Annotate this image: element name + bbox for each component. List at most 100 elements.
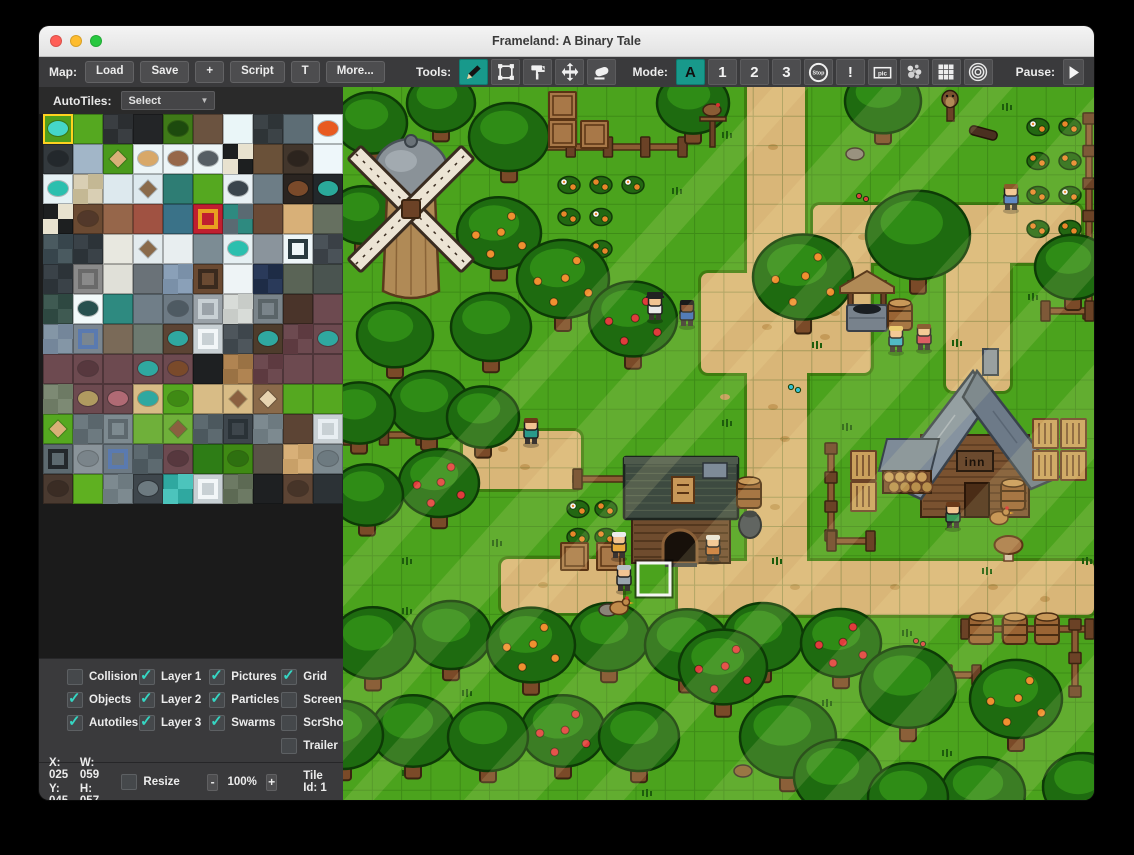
palette-tile[interactable] <box>133 294 163 324</box>
palette-tile[interactable] <box>193 444 223 474</box>
palette-tile[interactable] <box>223 444 253 474</box>
palette-tile[interactable] <box>193 114 223 144</box>
title-bar[interactable]: Frameland: A Binary Tale <box>39 26 1094 57</box>
palette-tile[interactable] <box>253 144 283 174</box>
palette-tile[interactable] <box>43 324 73 354</box>
checkbox-particles[interactable]: Particles <box>209 692 273 708</box>
play-button[interactable] <box>1063 59 1084 85</box>
fill-roller-tool-button[interactable] <box>523 59 552 85</box>
game-map[interactable]: inn <box>343 87 1094 800</box>
palette-tile[interactable] <box>73 294 103 324</box>
mode-particles-button[interactable] <box>900 59 929 85</box>
palette-tile[interactable] <box>283 114 313 144</box>
palette-tile[interactable] <box>43 294 73 324</box>
palette-tile[interactable] <box>223 174 253 204</box>
palette-tile[interactable] <box>193 474 223 504</box>
palette-tile[interactable] <box>163 294 193 324</box>
palette-tile[interactable] <box>133 234 163 264</box>
palette-tile[interactable] <box>223 264 253 294</box>
map-more-button[interactable]: More... <box>326 61 385 83</box>
palette-tile[interactable] <box>223 414 253 444</box>
minimize-button[interactable] <box>70 35 82 47</box>
npc-knight[interactable] <box>616 565 632 595</box>
palette-tile[interactable] <box>223 234 253 264</box>
palette-tile[interactable] <box>253 474 283 504</box>
checkbox-layer-3[interactable]: Layer 3 <box>139 715 201 731</box>
palette-tile[interactable] <box>163 264 193 294</box>
palette-tile[interactable] <box>163 444 193 474</box>
npc-kid-teal[interactable] <box>523 418 539 448</box>
map-save-button[interactable]: Save <box>140 61 189 83</box>
checkbox-pictures[interactable]: Pictures <box>209 669 273 685</box>
palette-tile[interactable] <box>253 114 283 144</box>
palette-tile[interactable] <box>43 384 73 414</box>
checkbox-autotiles[interactable]: Autotiles <box>67 715 131 731</box>
palette-tile[interactable] <box>313 204 343 234</box>
palette-tile[interactable] <box>283 264 313 294</box>
palette-tile[interactable] <box>223 474 253 504</box>
pencil-tool-button[interactable] <box>459 59 488 85</box>
palette-tile[interactable] <box>283 444 313 474</box>
palette-tile[interactable] <box>163 354 193 384</box>
palette-tile[interactable] <box>43 174 73 204</box>
palette-tile[interactable] <box>43 234 73 264</box>
palette-tile[interactable] <box>133 354 163 384</box>
palette-tile[interactable] <box>313 354 343 384</box>
palette-tile[interactable] <box>313 384 343 414</box>
close-button[interactable] <box>50 35 62 47</box>
palette-tile[interactable] <box>133 264 163 294</box>
palette-tile[interactable] <box>43 114 73 144</box>
palette-tile[interactable] <box>103 144 133 174</box>
palette-tile[interactable] <box>253 444 283 474</box>
palette-tile[interactable] <box>283 294 313 324</box>
palette-tile[interactable] <box>313 174 343 204</box>
palette-tile[interactable] <box>103 444 133 474</box>
map-t-button[interactable]: T <box>291 61 320 83</box>
palette-tile[interactable] <box>193 384 223 414</box>
palette-tile[interactable] <box>133 414 163 444</box>
palette-tile[interactable] <box>313 144 343 174</box>
mode-autotile-button[interactable]: A <box>676 59 705 85</box>
palette-tile[interactable] <box>223 294 253 324</box>
palette-tile[interactable] <box>103 474 133 504</box>
palette-tile[interactable] <box>133 174 163 204</box>
palette-tile[interactable] <box>43 264 73 294</box>
npc-old-lady[interactable] <box>611 532 627 562</box>
palette-tile[interactable] <box>103 414 133 444</box>
palette-tile[interactable] <box>133 444 163 474</box>
palette-tile[interactable] <box>73 324 103 354</box>
palette-tile[interactable] <box>133 114 163 144</box>
mode-pictures-button[interactable]: pic <box>868 59 897 85</box>
palette-tile[interactable] <box>223 324 253 354</box>
palette-tile[interactable] <box>73 204 103 234</box>
checkbox-swarms[interactable]: Swarms <box>209 715 273 731</box>
palette-tile[interactable] <box>103 174 133 204</box>
checkbox-scrshot[interactable]: ScrShot <box>281 715 347 731</box>
checkbox-objects[interactable]: Objects <box>67 692 131 708</box>
palette-tile[interactable] <box>133 474 163 504</box>
zoom-in-button[interactable]: + <box>266 774 278 791</box>
palette-tile[interactable] <box>73 234 103 264</box>
mode-layer3-button[interactable]: 3 <box>772 59 801 85</box>
mode-layer1-button[interactable]: 1 <box>708 59 737 85</box>
palette-tile[interactable] <box>43 204 73 234</box>
resize-checkbox[interactable]: Resize <box>121 774 179 790</box>
palette-tile[interactable] <box>43 474 73 504</box>
mode-event-button[interactable]: ! <box>836 59 865 85</box>
palette-tile[interactable] <box>103 294 133 324</box>
palette-tile[interactable] <box>253 354 283 384</box>
map-script-button[interactable]: Script <box>230 61 285 83</box>
palette-tile[interactable] <box>133 144 163 174</box>
mode-target-button[interactable] <box>964 59 993 85</box>
zoom-out-button[interactable]: - <box>207 774 219 791</box>
palette-tile[interactable] <box>73 474 103 504</box>
palette-tile[interactable] <box>163 474 193 504</box>
palette-tile[interactable] <box>283 354 313 384</box>
palette-tile[interactable] <box>313 234 343 264</box>
palette-tile[interactable] <box>313 414 343 444</box>
palette-tile[interactable] <box>223 114 253 144</box>
palette-tile[interactable] <box>193 234 223 264</box>
palette-tile[interactable] <box>163 174 193 204</box>
palette-tile[interactable] <box>163 204 193 234</box>
palette-tile[interactable] <box>313 324 343 354</box>
